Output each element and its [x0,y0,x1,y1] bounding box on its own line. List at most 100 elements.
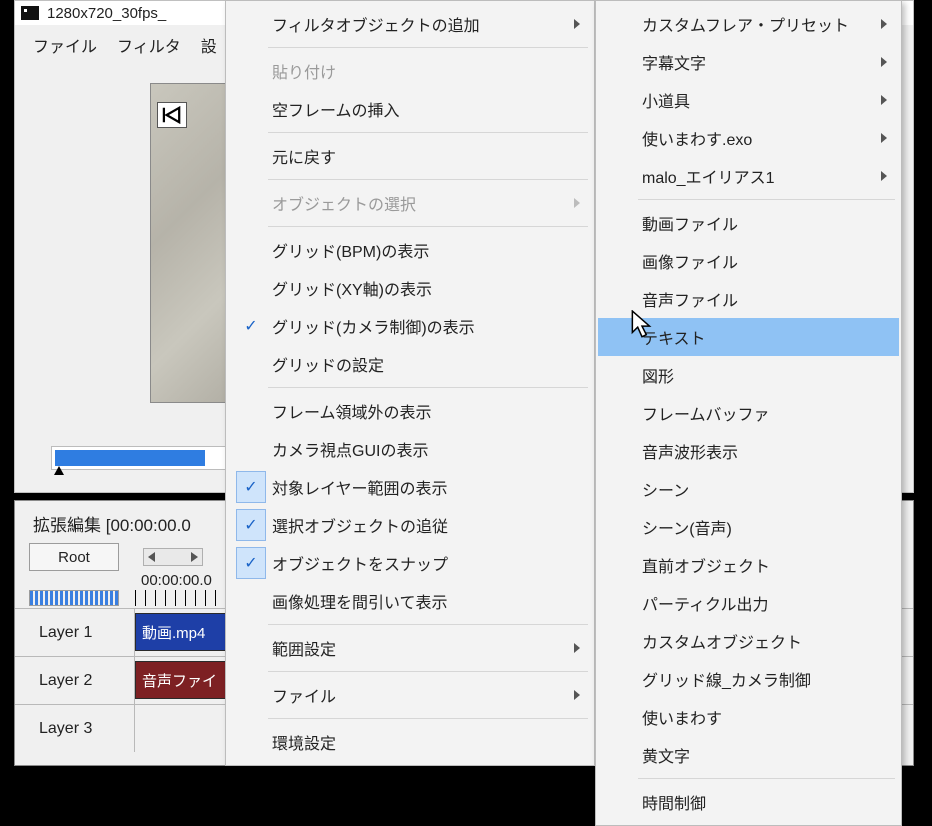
menu-item-label: ファイル [272,683,336,707]
menu-item[interactable]: ✓選択オブジェクトの追従 [228,506,592,544]
zoom-bars-icon [29,590,119,606]
goto-start-icon[interactable] [157,102,187,128]
seek-fill [55,450,205,466]
chevron-right-icon [881,171,887,181]
menu-separator [268,179,588,180]
menu-item-label: 空フレームの挿入 [272,97,400,121]
menu-separator [268,47,588,48]
menu-item[interactable]: シーン [598,470,899,508]
menu-item[interactable]: グリッド(XY軸)の表示 [228,269,592,307]
menu-item-label: 字幕文字 [642,50,706,74]
menu-item-label: malo_エイリアス1 [642,164,774,188]
menu-item[interactable]: 画像処理を間引いて表示 [228,582,592,620]
menu-item[interactable]: グリッドの設定 [228,345,592,383]
menu-item: オブジェクトの選択 [228,184,592,222]
menu-etc[interactable]: 設 [193,31,225,59]
menu-item-label: 動画ファイル [642,211,738,235]
menu-filter[interactable]: フィルタ [109,31,189,59]
menu-item-label: 図形 [642,363,674,387]
layer-label[interactable]: Layer 3 [15,705,135,752]
menu-item[interactable]: malo_エイリアス1 [598,157,899,195]
menu-item[interactable]: 画像ファイル [598,242,899,280]
menu-item[interactable]: 音声波形表示 [598,432,899,470]
chevron-right-icon [881,19,887,29]
menu-item-label: テキスト [642,325,706,349]
menu-item[interactable]: カスタムフレア・プリセット [598,5,899,43]
menu-separator [268,624,588,625]
menu-item-label: 直前オブジェクト [642,553,770,577]
menu-item-label: シーン(音声) [642,515,732,539]
seek-playhead[interactable] [54,466,64,475]
audio-clip[interactable]: 音声ファイ [135,661,227,699]
menu-separator [638,199,895,200]
timeline-hscroll[interactable] [143,548,203,566]
menu-item[interactable]: 黄文字 [598,736,899,774]
menu-item[interactable]: グリッド線_カメラ制御 [598,660,899,698]
menu-item-label: グリッド線_カメラ制御 [642,667,811,691]
menu-item-label: 貼り付け [272,59,336,83]
menu-item[interactable]: 使いまわす.exo [598,119,899,157]
menu-item[interactable]: 元に戻す [228,137,592,175]
layer-label[interactable]: Layer 2 [15,657,135,704]
menu-item[interactable]: ✓対象レイヤー範囲の表示 [228,468,592,506]
chevron-right-icon [881,57,887,67]
menu-item-label: 画像ファイル [642,249,738,273]
menu-item[interactable]: テキスト [598,318,899,356]
menu-item-label: フレームバッファ [642,401,770,425]
menu-item-label: 画像処理を間引いて表示 [272,589,448,613]
menu-item[interactable]: 動画ファイル [598,204,899,242]
app-icon [21,6,39,20]
menu-item-label: 元に戻す [272,144,336,168]
menu-separator [268,671,588,672]
menu-file[interactable]: ファイル [25,31,105,59]
menu-item[interactable]: 直前オブジェクト [598,546,899,584]
menu-item-label: 使いまわす.exo [642,126,752,150]
menu-item[interactable]: 空フレームの挿入 [228,90,592,128]
menu-item[interactable]: 使いまわす [598,698,899,736]
menu-item[interactable]: カスタムオブジェクト [598,622,899,660]
menu-item[interactable]: カメラ視点GUIの表示 [228,430,592,468]
chevron-right-icon [574,643,580,653]
menu-item[interactable]: 範囲設定 [228,629,592,667]
menu-item[interactable]: フィルタオブジェクトの追加 [228,5,592,43]
context-menu[interactable]: フィルタオブジェクトの追加貼り付け空フレームの挿入元に戻すオブジェクトの選択グリ… [225,0,595,766]
video-clip[interactable]: 動画.mp4 [135,613,227,651]
menu-item-label: シーン [642,477,689,501]
menu-item[interactable]: シーン(音声) [598,508,899,546]
check-icon: ✓ [236,547,266,579]
layer-label[interactable]: Layer 1 [15,609,135,656]
menu-item-label: 小道具 [642,88,690,112]
menu-item[interactable]: 小道具 [598,81,899,119]
menu-item-label: 時間制御 [642,790,706,814]
menu-item[interactable]: グリッド(BPM)の表示 [228,231,592,269]
menu-item-label: 対象レイヤー範囲の表示 [272,475,448,499]
menu-separator [638,778,895,779]
menu-separator [268,132,588,133]
seek-bar[interactable] [51,446,241,470]
menu-item-label: 使いまわす [642,705,722,729]
menu-item-label: 音声ファイル [642,287,738,311]
menu-item[interactable]: フレームバッファ [598,394,899,432]
menu-item-label: グリッドの設定 [272,352,384,376]
menu-item[interactable]: ファイル [228,676,592,714]
menu-item[interactable]: ✓オブジェクトをスナップ [228,544,592,582]
menu-item[interactable]: パーティクル出力 [598,584,899,622]
menu-item[interactable]: ✓グリッド(カメラ制御)の表示 [228,307,592,345]
title-text: 1280x720_30fps_ [47,5,166,22]
menu-item[interactable]: 音声ファイル [598,280,899,318]
menu-item-label: カスタムフレア・プリセット [642,12,849,36]
chevron-right-icon [574,19,580,29]
menu-item[interactable]: 時間制御 [598,783,899,821]
menu-item-label: フレーム領域外の表示 [272,399,432,423]
menu-item[interactable]: 図形 [598,356,899,394]
menu-item-label: フィルタオブジェクトの追加 [272,12,480,36]
ruler-ticks [135,590,225,606]
menu-item[interactable]: 環境設定 [228,723,592,761]
menu-item[interactable]: 字幕文字 [598,43,899,81]
check-icon: ✓ [236,307,266,345]
zoom-indicator[interactable] [15,590,135,608]
menu-item[interactable]: フレーム領域外の表示 [228,392,592,430]
menu-separator [268,718,588,719]
root-button[interactable]: Root [29,543,119,571]
context-submenu[interactable]: カスタムフレア・プリセット字幕文字小道具使いまわす.exo malo_エイリアス1… [595,0,902,826]
